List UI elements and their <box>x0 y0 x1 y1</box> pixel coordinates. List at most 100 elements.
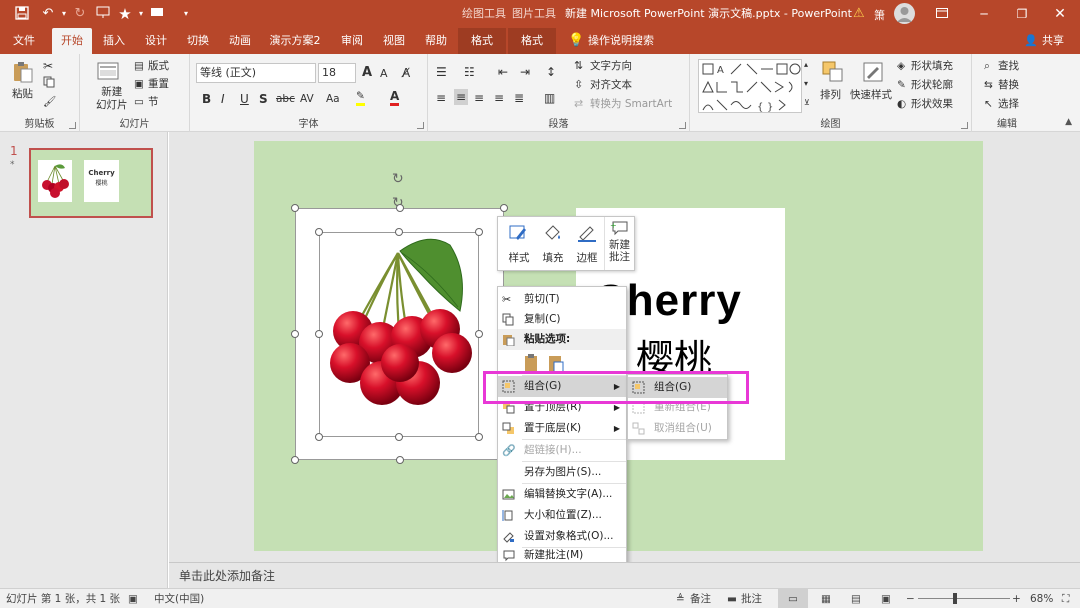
resize-handle[interactable] <box>291 456 299 464</box>
gallery-scroll-up-icon[interactable]: ▴ <box>804 57 808 73</box>
menu-item-format-object[interactable]: 设置对象格式(O)... <box>498 526 626 547</box>
picture-resize-handle[interactable] <box>395 228 403 236</box>
char-spacing-button[interactable]: AV <box>300 91 314 107</box>
grow-font-button[interactable]: A <box>362 65 372 81</box>
distribute-icon[interactable]: ≣ <box>514 90 524 106</box>
zoom-slider[interactable] <box>918 598 1010 599</box>
undo-dropdown-icon[interactable]: ▾ <box>56 6 72 22</box>
shape-effects-icon[interactable]: ◐ <box>897 96 906 112</box>
tab-review[interactable]: 审阅 <box>334 28 370 54</box>
tell-me-search[interactable]: 操作说明搜索 <box>588 28 658 54</box>
section-icon[interactable]: ▭ <box>134 94 144 110</box>
font-color-icon[interactable]: A <box>390 89 400 106</box>
quick-styles-button[interactable]: 快速样式 <box>850 87 892 103</box>
tab-animations[interactable]: 动画 <box>222 28 258 54</box>
star-icon[interactable]: ★ <box>117 6 133 22</box>
slide-sorter-icon[interactable]: ▦ <box>821 589 831 609</box>
cut-icon[interactable]: ✂ <box>43 58 53 74</box>
zoom-in-icon[interactable]: + <box>1012 589 1021 609</box>
zoom-out-icon[interactable]: − <box>906 589 915 609</box>
copy-icon[interactable] <box>43 76 55 93</box>
restore-icon[interactable]: ❐ <box>1004 0 1040 28</box>
tab-home[interactable]: 开始 <box>52 28 92 54</box>
paragraph-launcher-icon[interactable] <box>679 122 686 129</box>
customize-qat-icon[interactable]: ▾ <box>178 6 194 22</box>
star-dropdown-icon[interactable]: ▾ <box>133 6 149 22</box>
layout-button[interactable]: 版式 <box>148 58 169 74</box>
tab-transitions[interactable]: 切换 <box>180 28 216 54</box>
align-text-icon[interactable]: ⇳ <box>574 77 583 93</box>
italic-button[interactable]: I <box>221 91 225 107</box>
align-right-icon[interactable]: ≡ <box>474 90 484 106</box>
mini-fill-button[interactable]: 填充 <box>537 217 569 270</box>
fit-slide-icon[interactable]: ⛶ <box>1062 589 1069 609</box>
resize-handle[interactable] <box>291 204 299 212</box>
menu-item-size-position[interactable]: 大小和位置(Z)... <box>498 505 626 526</box>
highlight-icon[interactable]: ✎ <box>356 90 365 106</box>
tab-view[interactable]: 视图 <box>376 28 412 54</box>
quick-styles-icon[interactable] <box>861 60 885 84</box>
arrange-icon[interactable] <box>821 60 845 84</box>
menu-item-cut[interactable]: ✂ 剪切(T) <box>498 289 626 310</box>
save-icon[interactable] <box>14 6 30 22</box>
slideshow-icon[interactable]: ▣ <box>881 589 891 609</box>
undo-icon[interactable]: ↶ <box>40 6 56 22</box>
shapes-gallery[interactable]: A {} <box>698 59 802 113</box>
replace-button[interactable]: 替换 <box>998 77 1019 93</box>
slide-thumbnail[interactable]: Cherry 樱桃 <box>29 148 153 218</box>
bold-button[interactable]: B <box>202 91 211 107</box>
present-icon[interactable] <box>149 6 165 22</box>
resize-handle[interactable] <box>291 330 299 338</box>
new-slide-icon[interactable] <box>96 60 120 84</box>
strikethrough-button[interactable]: abc <box>276 91 295 107</box>
underline-button[interactable]: U <box>240 91 249 107</box>
menu-item-save-as-picture[interactable]: 另存为图片(S)... <box>498 462 626 483</box>
zoom-slider-thumb[interactable] <box>953 593 957 604</box>
mini-style-button[interactable]: 样式 <box>502 217 536 270</box>
drawing-launcher-icon[interactable] <box>961 122 968 129</box>
find-icon[interactable]: ⌕ <box>984 58 990 74</box>
redo-icon[interactable]: ↻ <box>72 6 88 22</box>
reset-icon[interactable]: ▣ <box>134 76 144 92</box>
menu-item-edit-alt-text[interactable]: 编辑替换文字(A)... <box>498 484 626 505</box>
clipboard-launcher-icon[interactable] <box>69 122 76 129</box>
bullets-icon[interactable]: ☰ <box>436 64 447 80</box>
align-text-button[interactable]: 对齐文本 <box>590 77 632 93</box>
shape-outline-button[interactable]: 形状轮廓 <box>911 77 953 93</box>
shape-outline-icon[interactable]: ✎ <box>897 77 906 93</box>
tab-drawing-format[interactable]: 格式 <box>458 28 506 54</box>
picture-resize-handle[interactable] <box>315 330 323 338</box>
minimize-icon[interactable]: ─ <box>966 0 1002 28</box>
resize-handle[interactable] <box>396 204 404 212</box>
paste-button[interactable]: 粘贴 <box>12 86 33 102</box>
comments-button[interactable]: 批注 <box>741 589 762 609</box>
comments-icon[interactable]: ▬ <box>727 589 737 609</box>
align-center-icon[interactable]: ≡ <box>454 89 469 105</box>
paste-picture-icon[interactable] <box>548 353 564 373</box>
resize-handle[interactable] <box>396 456 404 464</box>
gallery-more-icon[interactable]: ⊻ <box>804 95 810 111</box>
arrange-button[interactable]: 排列 <box>820 87 841 103</box>
line-spacing-icon[interactable]: ↕ <box>546 64 556 80</box>
spellcheck-icon[interactable]: ▣ <box>128 589 138 609</box>
tab-picture-format[interactable]: 格式 <box>508 28 556 54</box>
menu-item-copy[interactable]: 复制(C) <box>498 309 626 330</box>
clear-format-icon[interactable]: A̸ <box>402 65 410 81</box>
cherry-picture[interactable] <box>319 232 479 437</box>
close-icon[interactable]: ✕ <box>1042 0 1078 28</box>
format-painter-icon[interactable]: 🖌 <box>43 94 56 110</box>
start-from-beginning-icon[interactable] <box>95 6 111 22</box>
align-left-icon[interactable]: ≡ <box>436 90 446 106</box>
avatar[interactable] <box>894 3 915 24</box>
columns-icon[interactable]: ▥ <box>544 90 555 106</box>
mini-outline-button[interactable]: 边框 <box>571 217 603 270</box>
new-slide-button[interactable]: 新建 幻灯片 <box>96 86 128 112</box>
shrink-font-button[interactable]: A <box>380 66 388 82</box>
select-icon[interactable]: ↖ <box>984 96 993 112</box>
shape-fill-icon[interactable]: ◈ <box>897 58 905 74</box>
notes-toggle-button[interactable]: 备注 <box>690 589 711 609</box>
zoom-level[interactable]: 68% <box>1030 589 1053 609</box>
language-status[interactable]: 中文(中国) <box>154 589 204 609</box>
normal-view-icon[interactable]: ▭ <box>778 589 808 608</box>
text-direction-icon[interactable]: ⇅ <box>574 58 583 74</box>
